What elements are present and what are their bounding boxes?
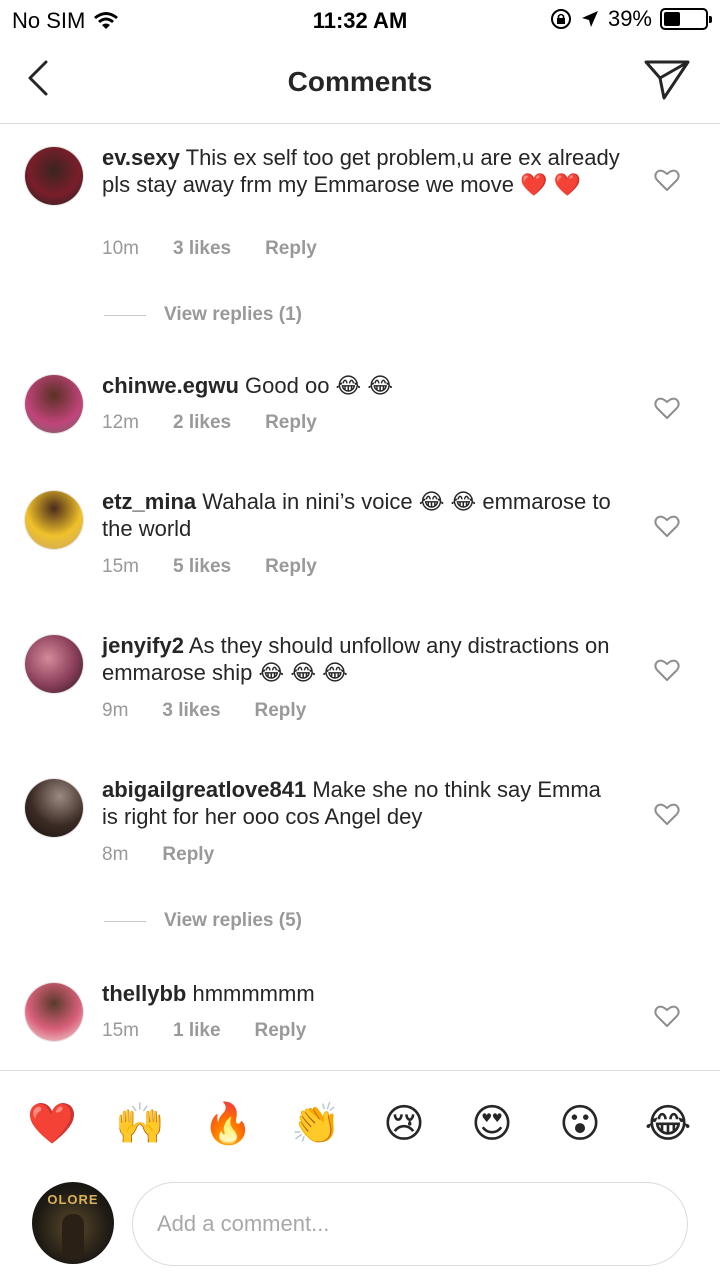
comment-text: ev.sexy This ex self too get problem,u a…: [102, 144, 622, 198]
reply-button[interactable]: Reply: [265, 412, 317, 434]
page-title: Comments: [287, 66, 433, 97]
comment-meta: 12m 2 likes Reply: [102, 412, 351, 434]
battery-fill: [664, 12, 680, 26]
crying-face-emoji-icon[interactable]: 😢: [374, 1104, 434, 1144]
comment-meta: 8m Reply: [102, 844, 248, 866]
comment-username[interactable]: ev.sexy: [102, 145, 180, 170]
orientation-lock-icon: [550, 9, 571, 29]
view-replies-button[interactable]: View replies (5): [104, 910, 302, 932]
reply-button[interactable]: Reply: [162, 844, 214, 866]
comment-likes[interactable]: 5 likes: [173, 556, 231, 578]
avatar-image: [25, 983, 83, 1041]
heart-icon[interactable]: [654, 1004, 680, 1028]
comment-likes[interactable]: 3 likes: [173, 238, 231, 260]
comment-likes[interactable]: 3 likes: [162, 700, 220, 722]
avatar-logo-text: OLORE: [47, 1192, 99, 1207]
fire-emoji-icon[interactable]: 🔥: [198, 1104, 258, 1144]
comment-message: Good oo 😂 😂: [245, 373, 394, 398]
emoji-bar: ❤️ 🙌 🔥 👏 😢 😍 😮 😂: [0, 1070, 720, 1176]
comment-time: 8m: [102, 844, 129, 865]
avatar[interactable]: [24, 778, 84, 838]
avatar-image: [25, 491, 83, 549]
comment-time: 15m: [102, 556, 139, 577]
avatar-figure: [62, 1214, 84, 1258]
comment-meta: 15m 1 like Reply: [102, 1020, 340, 1042]
battery-icon: [660, 8, 712, 30]
avatar-image: [25, 147, 83, 205]
comment-message: hmmmmmm: [192, 981, 315, 1006]
comment-text: etz_mina Wahala in nini’s voice 😂 😂 emma…: [102, 488, 622, 542]
comment-username[interactable]: chinwe.egwu: [102, 373, 239, 398]
avatar-image: [25, 779, 83, 837]
heart-eyes-emoji-icon[interactable]: 😍: [462, 1104, 522, 1144]
comment-message: This ex self too get problem,u are ex al…: [102, 145, 620, 197]
comment-likes[interactable]: 2 likes: [173, 412, 231, 434]
replies-divider: [104, 920, 146, 922]
avatar-image: [25, 375, 83, 433]
replies-divider: [104, 314, 146, 316]
comment-text: chinwe.egwu Good oo 😂 😂: [102, 372, 622, 399]
heart-icon[interactable]: [654, 396, 680, 420]
comment-composer: OLORE: [0, 1176, 720, 1280]
comment-username[interactable]: etz_mina: [102, 489, 196, 514]
comment-input[interactable]: [132, 1182, 688, 1266]
comment-text: thellybb hmmmmmm: [102, 980, 622, 1007]
heart-icon[interactable]: [654, 658, 680, 682]
reply-button[interactable]: Reply: [265, 238, 317, 260]
reply-button[interactable]: Reply: [255, 1020, 307, 1042]
avatar-image: [25, 635, 83, 693]
comment-meta: 15m 5 likes Reply: [102, 556, 351, 578]
current-user-avatar: OLORE: [32, 1182, 114, 1264]
comment-username[interactable]: thellybb: [102, 981, 186, 1006]
comment-username[interactable]: jenyify2: [102, 633, 184, 658]
comment-text: jenyify2 As they should unfollow any dis…: [102, 632, 622, 686]
reply-button[interactable]: Reply: [255, 700, 307, 722]
avatar[interactable]: [24, 490, 84, 550]
avatar[interactable]: [24, 982, 84, 1042]
comment-text: abigailgreatlove841 Make she no think sa…: [102, 776, 622, 830]
comment-time: 15m: [102, 1020, 139, 1041]
status-right: 39%: [550, 6, 712, 32]
heart-icon[interactable]: [654, 802, 680, 826]
comment-time: 12m: [102, 412, 139, 433]
tears-of-joy-emoji-icon[interactable]: 😂: [638, 1104, 698, 1144]
battery-cap: [709, 16, 712, 23]
heart-icon[interactable]: [654, 514, 680, 538]
nav-bar: Comments: [0, 40, 720, 124]
comment-list[interactable]: ev.sexy This ex self too get problem,u a…: [0, 124, 720, 1070]
comment-time: 9m: [102, 700, 129, 721]
comment-username[interactable]: abigailgreatlove841: [102, 777, 306, 802]
status-bar: No SIM 11:32 AM 39%: [0, 0, 720, 40]
location-arrow-icon: [581, 11, 598, 27]
red-heart-emoji-icon[interactable]: ❤️: [22, 1104, 82, 1144]
view-replies-label: View replies (5): [164, 910, 302, 931]
direct-message-icon[interactable]: [642, 54, 692, 104]
avatar[interactable]: [24, 146, 84, 206]
heart-icon[interactable]: [654, 168, 680, 192]
surprised-face-emoji-icon[interactable]: 😮: [550, 1104, 610, 1144]
avatar[interactable]: [24, 634, 84, 694]
comment-meta: 9m 3 likes Reply: [102, 700, 340, 722]
comment-time: 10m: [102, 238, 139, 259]
view-replies-button[interactable]: View replies (1): [104, 304, 302, 326]
avatar[interactable]: [24, 374, 84, 434]
reply-button[interactable]: Reply: [265, 556, 317, 578]
comment-meta: 10m 3 likes Reply: [102, 238, 351, 260]
battery-percent: 39%: [607, 6, 652, 31]
view-replies-label: View replies (1): [164, 304, 302, 325]
raising-hands-emoji-icon[interactable]: 🙌: [110, 1104, 170, 1144]
comment-likes[interactable]: 1 like: [173, 1020, 221, 1042]
clapping-hands-emoji-icon[interactable]: 👏: [286, 1104, 346, 1144]
